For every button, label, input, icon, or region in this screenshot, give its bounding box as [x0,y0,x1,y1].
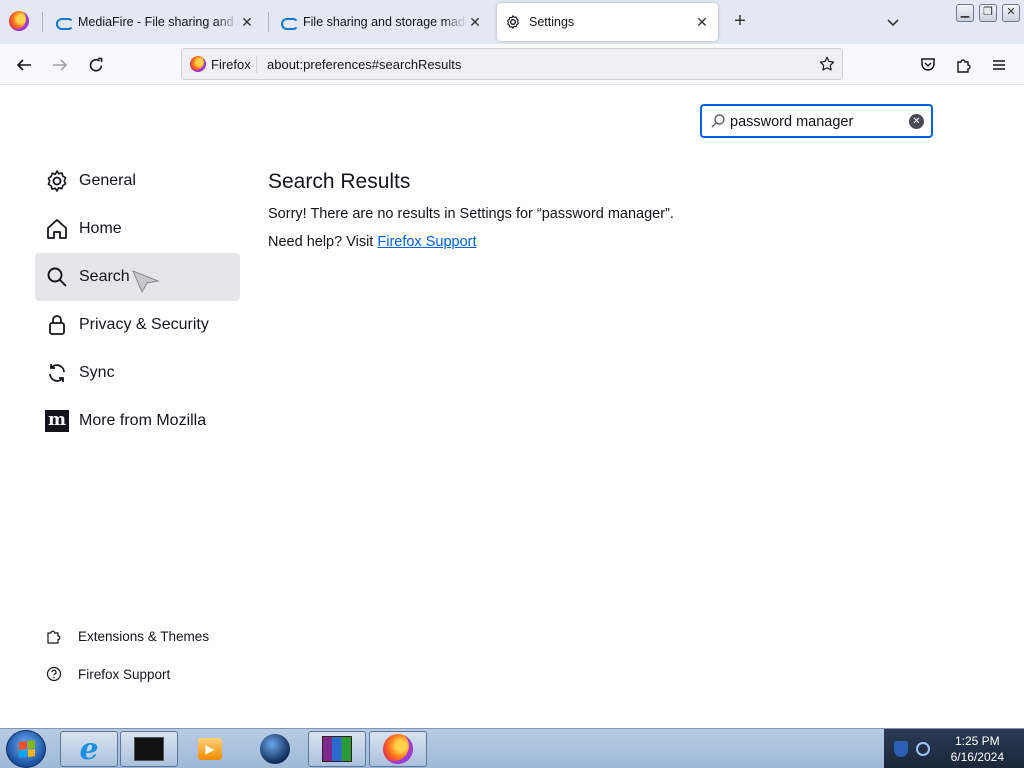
lock-icon [45,313,69,337]
sync-icon [45,361,69,385]
firefox-logo-icon [383,734,413,764]
tab-separator [268,12,269,32]
taskbar-terminal[interactable] [120,731,178,767]
bookmark-star-icon[interactable] [818,55,836,73]
winrar-icon [322,736,352,762]
minimize-icon[interactable]: ▁ [956,4,974,22]
internet-explorer-icon: e [79,731,99,767]
close-tab-icon[interactable]: ✕ [694,14,710,30]
security-shield-icon[interactable] [894,741,908,757]
help-prefix: Need help? Visit [268,234,378,250]
clock-time: 1:25 PM [954,734,1000,748]
sidebar-item-label: More from Mozilla [79,412,207,429]
hamburger-menu-icon[interactable] [988,54,1010,76]
restore-icon[interactable]: ❐ [979,4,997,22]
back-arrow-icon[interactable] [13,54,35,76]
search-icon [710,113,726,132]
category-sidebar: General Home Search Privacy & Security S… [35,157,240,445]
media-player-icon: ▶ [198,738,222,760]
gear-icon [505,14,521,30]
sidebar-item-label: General [79,172,136,189]
sidebar-item-home[interactable]: Home [35,205,240,253]
settings-search-input[interactable] [730,112,900,132]
taskbar-firefox[interactable] [369,731,427,767]
search-icon [45,265,69,289]
clock-date: 6/16/2024 [950,750,1004,764]
identity-box[interactable]: Firefox [190,56,251,72]
window-close-icon[interactable]: ✕ [1002,4,1020,22]
terminal-icon [134,737,164,761]
taskbar-network[interactable] [246,731,304,767]
sidebar-item-label: Sync [79,364,115,381]
tab-label: MediaFire - File sharing and storage mad… [78,15,239,29]
search-results-pane: Search Results Sorry! There are no resul… [268,170,674,250]
system-tray: 1:25 PM 6/16/2024 [884,729,1024,768]
close-tab-icon[interactable]: ✕ [239,14,255,30]
pocket-icon[interactable] [917,54,939,76]
sidebar-footer: Extensions & Themes Firefox Support [46,624,209,700]
home-icon [45,217,69,241]
firefox-support-label: Firefox Support [78,666,171,682]
sidebar-item-privacy[interactable]: Privacy & Security [35,301,240,349]
firefox-logo-icon [190,56,206,72]
mediafire-icon [56,17,74,30]
tab-bar: MediaFire - File sharing and storage mad… [0,0,1024,44]
globe-icon [260,734,290,764]
firefox-support-link[interactable]: Firefox Support [46,662,209,686]
tab-label: Settings [529,15,575,29]
gear-icon [45,169,69,193]
windows-taskbar: e ▶ 1:25 PM 6/16/2024 [0,728,1024,768]
taskbar-winrar[interactable] [308,731,366,767]
tab-mediafire-1[interactable]: MediaFire - File sharing and storage mad… [48,3,263,41]
sidebar-item-label: Home [79,220,122,237]
identity-label: Firefox [211,56,251,72]
sidebar-item-more-from-mozilla[interactable]: m More from Mozilla [35,397,240,445]
sidebar-item-sync[interactable]: Sync [35,349,240,397]
extensions-themes-link[interactable]: Extensions & Themes [46,624,209,648]
new-tab-icon[interactable]: + [730,11,750,32]
chevron-down-icon[interactable] [884,13,902,31]
clear-search-icon[interactable]: ✕ [909,114,924,129]
puzzle-icon [46,628,62,644]
taskbar-media-player[interactable]: ▶ [181,731,239,767]
extensions-puzzle-icon[interactable] [953,54,975,76]
tab-separator [42,12,43,32]
windows-logo-icon [19,740,35,758]
mouse-pointer-icon [132,269,160,298]
sidebar-item-search[interactable]: Search [35,253,240,301]
address-bar[interactable]: Firefox about:preferences#searchResults [181,48,843,80]
help-icon [46,666,62,682]
sidebar-item-general[interactable]: General [35,157,240,205]
mediafire-icon [281,17,299,30]
tab-settings[interactable]: Settings ✕ [497,3,718,41]
navigation-toolbar: Firefox about:preferences#searchResults [0,44,1024,85]
page-title: Search Results [268,170,411,193]
no-results-message: Sorry! There are no results in Settings … [268,206,674,222]
url-input[interactable]: about:preferences#searchResults [267,57,461,72]
url-divider [256,56,257,73]
help-line: Need help? Visit Firefox Support [268,234,674,250]
start-button[interactable] [6,730,46,768]
extensions-themes-label: Extensions & Themes [78,628,210,644]
firefox-view-icon[interactable] [9,11,29,31]
tab-label: File sharing and storage made simple [303,15,467,29]
sidebar-item-label: Privacy & Security [79,316,209,333]
tab-mediafire-2[interactable]: File sharing and storage made simple ✕ [273,3,491,41]
close-tab-icon[interactable]: ✕ [467,14,483,30]
settings-search-box[interactable]: ✕ [700,104,933,138]
firefox-support-result-link[interactable]: Firefox Support [377,234,476,250]
sidebar-item-label: Search [79,268,130,285]
forward-arrow-icon[interactable] [49,54,71,76]
reload-icon[interactable] [85,54,107,76]
mozilla-icon: m [45,409,69,433]
network-status-icon[interactable] [916,742,930,756]
taskbar-internet-explorer[interactable]: e [60,731,118,767]
system-clock[interactable]: 1:25 PM 6/16/2024 [951,733,1004,765]
